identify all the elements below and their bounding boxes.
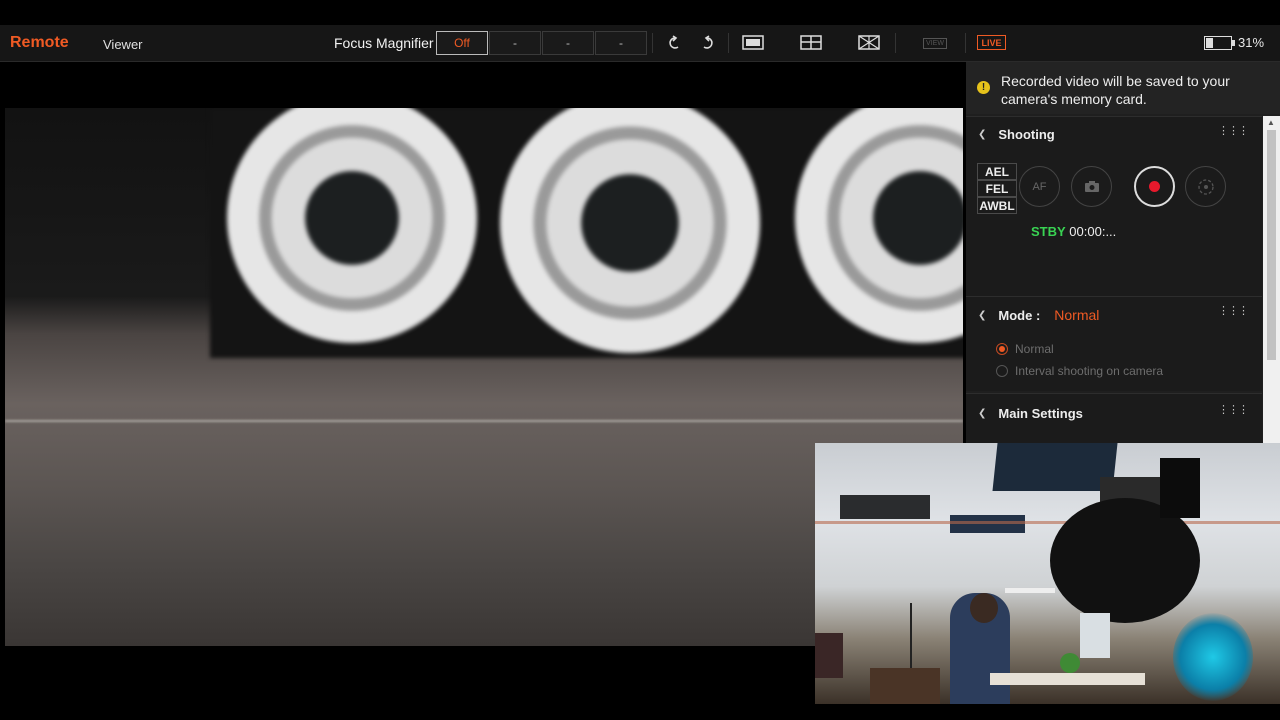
wall-frame-image xyxy=(815,633,843,678)
status-code: STBY xyxy=(1031,224,1066,239)
cyan-light-image xyxy=(1173,613,1253,701)
webcam-overlay xyxy=(815,443,1280,704)
wall-trim xyxy=(815,521,1280,524)
split-view-icon[interactable] xyxy=(799,32,825,54)
fel-button[interactable]: FEL xyxy=(977,180,1017,197)
record-button[interactable] xyxy=(1134,166,1175,207)
focus-magnifier-label: Focus Magnifier xyxy=(334,35,434,51)
shooting-header[interactable]: ❮ Shooting xyxy=(978,127,1055,142)
record-notice: ! Recorded video will be saved to your c… xyxy=(966,62,1280,114)
ael-button[interactable]: AEL xyxy=(977,163,1017,180)
notice-text: Recorded video will be saved to your cam… xyxy=(1001,73,1230,107)
person-head-image xyxy=(970,593,998,623)
ceiling-light-image xyxy=(950,515,1025,533)
mode-section: ❮ Mode : Normal ⋮⋮⋮ Normal Interval shoo… xyxy=(966,296,1262,391)
record-icon xyxy=(1149,181,1160,192)
shutter-button[interactable] xyxy=(1071,166,1112,207)
scroll-up-icon[interactable]: ▲ xyxy=(1267,118,1275,127)
floor-crack xyxy=(5,420,963,422)
battery-tip xyxy=(1232,39,1235,46)
table-image xyxy=(990,673,1145,685)
drag-handle-icon[interactable]: ⋮⋮⋮ xyxy=(1218,306,1249,317)
rotate-left-icon[interactable] xyxy=(661,32,687,54)
af-label: AF xyxy=(1032,180,1047,193)
mode-header[interactable]: ❮ Mode : Normal xyxy=(978,307,1099,323)
lock-buttons: AEL FEL AWBL xyxy=(977,163,1017,214)
view-label: VIEW xyxy=(923,37,947,49)
plant-image xyxy=(1060,653,1080,673)
live-stream-button[interactable] xyxy=(1185,166,1226,207)
toolbar-divider xyxy=(652,33,653,53)
mode-value: Normal xyxy=(1054,307,1100,323)
grid-overlay-icon[interactable] xyxy=(857,32,883,54)
focus-magnifier-off-button[interactable]: Off xyxy=(436,31,488,55)
view-icon[interactable]: VIEW xyxy=(920,32,950,54)
radio-selected-icon xyxy=(996,343,1008,355)
battery-indicator: 31% xyxy=(1204,35,1264,50)
camera-icon xyxy=(1084,181,1099,192)
tab-remote[interactable]: Remote xyxy=(10,34,69,52)
mode-option-normal[interactable]: Normal xyxy=(996,342,1054,356)
main-settings-title: Main Settings xyxy=(998,406,1083,421)
person-image xyxy=(1080,613,1110,658)
main-settings-header[interactable]: ❮ Main Settings xyxy=(978,406,1083,421)
chevron-down-icon: ❮ xyxy=(978,408,987,419)
tube-light-image xyxy=(1005,588,1055,593)
light-stand-image xyxy=(1160,458,1200,518)
drag-handle-icon[interactable]: ⋮⋮⋮ xyxy=(1218,405,1249,416)
ceiling-light-image xyxy=(840,495,930,519)
toolbar-divider xyxy=(895,33,896,53)
mode-option-label: Interval shooting on camera xyxy=(1015,364,1164,378)
chevron-down-icon: ❮ xyxy=(978,309,987,321)
status-time: 00:00:... xyxy=(1069,224,1117,239)
main-settings-section: ❮ Main Settings ⋮⋮⋮ xyxy=(966,393,1262,444)
mode-option-interval[interactable]: Interval shooting on camera xyxy=(996,364,1163,378)
af-button[interactable]: AF xyxy=(1019,166,1060,207)
focus-magnifier-option-button[interactable]: - xyxy=(542,31,594,55)
single-view-icon[interactable] xyxy=(741,32,767,54)
scroll-thumb[interactable] xyxy=(1267,130,1276,360)
rotate-right-icon[interactable] xyxy=(695,32,721,54)
shooting-title: Shooting xyxy=(998,127,1055,142)
settings-panel: ! Recorded video will be saved to your c… xyxy=(966,62,1280,444)
tab-viewer[interactable]: Viewer xyxy=(103,37,143,52)
toolbar-divider xyxy=(728,33,729,53)
warning-icon: ! xyxy=(977,81,990,94)
battery-percent: 31% xyxy=(1238,35,1265,50)
record-status: STBY 00:00:... xyxy=(1031,224,1116,239)
battery-icon xyxy=(1204,35,1232,50)
awbl-button[interactable]: AWBL xyxy=(977,197,1017,214)
radio-icon xyxy=(996,365,1008,377)
top-toolbar: Remote Viewer Focus Magnifier Off - - - … xyxy=(0,25,1280,62)
toolbar-divider xyxy=(965,33,966,53)
drag-handle-icon[interactable]: ⋮⋮⋮ xyxy=(1218,126,1249,137)
shooting-section: ❮ Shooting ⋮⋮⋮ AEL FEL AWBL AF STBY 00:0… xyxy=(966,116,1262,296)
ceiling-panel-image xyxy=(992,443,1118,491)
broadcast-icon xyxy=(1197,178,1214,195)
focus-magnifier-options: Off - - - xyxy=(436,31,648,55)
furniture-image xyxy=(870,668,940,704)
battery-fill xyxy=(1206,37,1214,48)
panel-scrollbar[interactable]: ▲ xyxy=(1263,116,1280,444)
mode-option-label: Normal xyxy=(1015,342,1054,356)
live-badge: LIVE xyxy=(977,35,1006,50)
focus-magnifier-option-button[interactable]: - xyxy=(595,31,647,55)
focus-magnifier-option-button[interactable]: - xyxy=(489,31,541,55)
chevron-down-icon: ❮ xyxy=(978,129,987,140)
mode-title: Mode : xyxy=(998,307,1041,323)
